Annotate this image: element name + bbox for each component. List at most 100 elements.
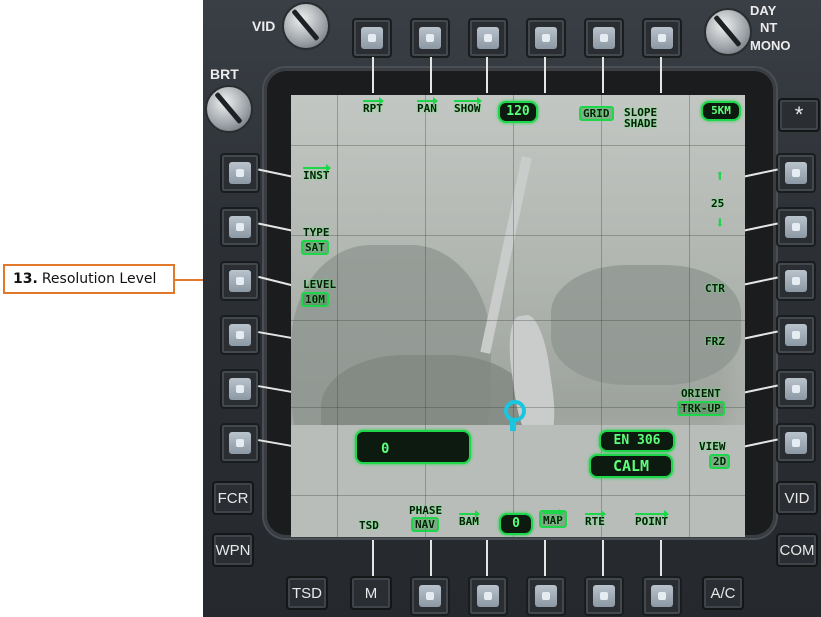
wind-heading-box: EN 306 [599, 430, 675, 452]
right-button-r4[interactable] [776, 315, 816, 355]
vid-button[interactable]: VID [776, 481, 818, 515]
type-value: SAT [301, 240, 329, 255]
type-label: TYPE [303, 226, 330, 239]
orient-value: TRK-UP [677, 401, 725, 416]
level-label: LEVEL [303, 278, 337, 291]
shade-text: SHADE [624, 117, 658, 130]
map-display[interactable]: RPT PAN SHOW 120 GRID SLOPE SHADE 5KM INS… [291, 95, 745, 537]
bottom-button-b3[interactable] [526, 576, 566, 616]
m-button[interactable]: M [350, 576, 392, 610]
callout-text: Resolution Level [41, 271, 157, 287]
left-button-l6[interactable] [220, 423, 260, 463]
rpt-label: RPT [363, 97, 384, 114]
show-label: SHOW [454, 97, 481, 114]
top-button-t6[interactable] [642, 18, 682, 58]
bottom-button-b4[interactable] [584, 576, 624, 616]
top-button-t1[interactable] [352, 18, 392, 58]
zoom-down-arrow-icon: ⬇ [715, 213, 725, 232]
bottom-button-b2[interactable] [468, 576, 508, 616]
phase-value: NAV [411, 517, 439, 532]
scale-box: 5KM [701, 101, 741, 121]
bottom-button-b1[interactable] [410, 576, 450, 616]
left-button-l1[interactable] [220, 153, 260, 193]
grid-line-h5 [291, 495, 745, 496]
wind-state-box: CALM [589, 454, 673, 478]
orient-label: ORIENT [681, 387, 721, 400]
ctr-label: CTR [705, 282, 725, 295]
ownship-stem-icon [510, 421, 516, 431]
vid-knob[interactable] [282, 2, 330, 50]
grid-label: GRID [579, 106, 614, 121]
nt-label: NT [760, 20, 778, 35]
pan-arrow-icon [417, 97, 438, 105]
left-button-l2[interactable] [220, 207, 260, 247]
com-button[interactable]: COM [776, 533, 818, 567]
day-label: DAY [750, 3, 777, 18]
map-label: MAP [539, 509, 567, 528]
bottom-lead-3 [544, 540, 546, 576]
bam-value-box: 0 [499, 513, 533, 535]
bottom-lead-5 [660, 540, 662, 576]
top-button-t2[interactable] [410, 18, 450, 58]
wpn-button[interactable]: WPN [212, 533, 254, 567]
right-button-r5[interactable] [776, 369, 816, 409]
mono-label: MONO [750, 38, 791, 53]
asterisk-button[interactable]: * [778, 98, 820, 132]
slope-shade-label: SLOPE SHADE [624, 107, 657, 129]
pan-label: PAN [417, 97, 438, 114]
bam-label: BAM [459, 510, 480, 527]
point-label: POINT [635, 510, 670, 527]
level-value: 10M [301, 292, 329, 307]
zoom-up-arrow-icon: ⬆ [715, 166, 725, 185]
bottom-lead-m [372, 540, 374, 576]
show-value-box: 120 [498, 101, 538, 123]
brt-knob[interactable] [205, 85, 253, 133]
left-button-l5[interactable] [220, 369, 260, 409]
bottom-lead-4 [602, 540, 604, 576]
grid-line-h1 [291, 145, 745, 146]
top-lead-2 [430, 57, 432, 93]
ownship-icon [504, 400, 526, 422]
bottom-button-b5[interactable] [642, 576, 682, 616]
grid-line-v1 [337, 95, 338, 537]
readout-box: 0 [355, 430, 471, 464]
view-label: VIEW [699, 440, 726, 453]
zoom-value: 25 [711, 197, 725, 210]
top-lead-4 [544, 57, 546, 93]
top-button-t3[interactable] [468, 18, 508, 58]
right-button-r6[interactable] [776, 423, 816, 463]
phase-label: PHASE [409, 504, 443, 517]
tsd-label: TSD [359, 519, 379, 532]
left-button-l4[interactable] [220, 315, 260, 355]
callout-resolution-level: 13. Resolution Level [3, 264, 175, 294]
frz-label: FRZ [705, 335, 725, 348]
inst-arrow-icon [303, 164, 330, 172]
fcr-button[interactable]: FCR [212, 481, 254, 515]
view-value: 2D [709, 454, 731, 469]
callout-number: 13. [13, 271, 38, 287]
grid-line-v5 [689, 95, 690, 537]
point-arrow-icon [635, 510, 670, 518]
tsd-bezel-button[interactable]: TSD [286, 576, 328, 610]
top-lead-3 [486, 57, 488, 93]
left-button-l3[interactable] [220, 261, 260, 301]
right-button-r3[interactable] [776, 261, 816, 301]
inst-label: INST [303, 164, 330, 181]
rte-arrow-icon [585, 510, 606, 518]
right-button-r1[interactable] [776, 153, 816, 193]
grid-line-v2 [425, 95, 426, 537]
day-nt-mono-knob[interactable] [704, 8, 752, 56]
grid-line-h2 [291, 235, 745, 236]
vid-knob-label: VID [252, 18, 276, 34]
grid-line-v3 [513, 95, 514, 537]
bottom-lead-2 [486, 540, 488, 576]
rpt-arrow-icon [363, 97, 384, 105]
brt-knob-label: BRT [210, 66, 239, 82]
top-button-t5[interactable] [584, 18, 624, 58]
right-button-r2[interactable] [776, 207, 816, 247]
map-arrow-icon [543, 509, 564, 517]
top-lead-6 [660, 57, 662, 93]
rte-label: RTE [585, 510, 606, 527]
ac-button[interactable]: A/C [702, 576, 744, 610]
top-button-t4[interactable] [526, 18, 566, 58]
